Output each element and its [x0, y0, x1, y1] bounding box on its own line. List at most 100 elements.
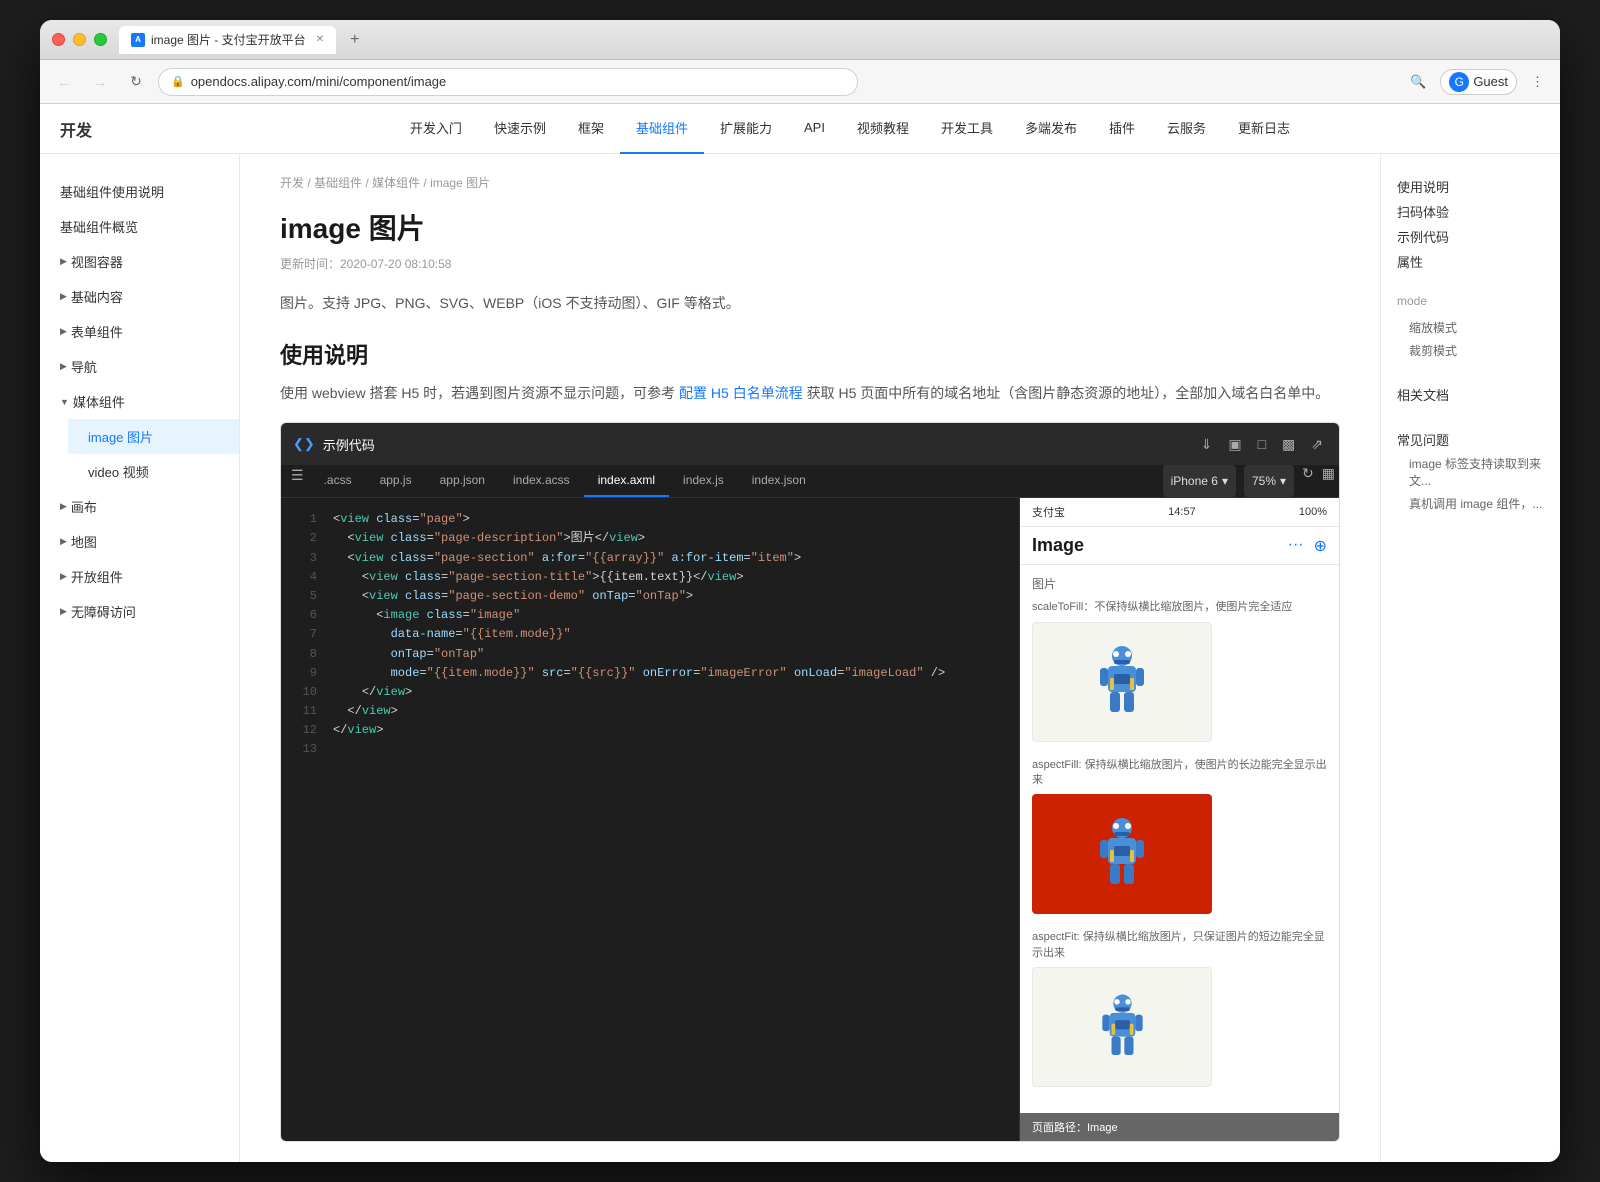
- download-icon[interactable]: ⇓: [1197, 432, 1217, 457]
- grid-layout-button[interactable]: ▦: [1322, 465, 1335, 497]
- file-tab-indexjs[interactable]: index.js: [669, 465, 738, 497]
- phone-home-icon: ⊕: [1314, 536, 1327, 556]
- tab-close-button[interactable]: ✕: [316, 34, 324, 45]
- file-tab-indexjson[interactable]: index.json: [738, 465, 820, 497]
- phone-title-bar: Image ··· ⊕: [1020, 527, 1339, 565]
- refresh-preview-button[interactable]: ↻: [1302, 465, 1314, 497]
- device-selector[interactable]: iPhone 6 ▾: [1163, 465, 1236, 497]
- copy-icon[interactable]: ▣: [1224, 432, 1245, 457]
- phone-time: 14:57: [1168, 506, 1196, 518]
- phone-more-icon: ···: [1288, 536, 1304, 556]
- breadcrumb-link-kaifa[interactable]: 开发: [280, 176, 304, 190]
- code-line-10: 10 </view>: [281, 683, 1019, 702]
- sidebar-section-jichuneirong[interactable]: 基础内容: [40, 279, 239, 314]
- traffic-lights: [52, 33, 107, 46]
- zoom-label: 75%: [1252, 474, 1276, 488]
- hamburger-button[interactable]: ☰: [285, 465, 310, 497]
- right-sidebar-item-faq1[interactable]: image 标签支持读取到来文...: [1397, 452, 1544, 492]
- right-sidebar-item-saoma[interactable]: 扫码体验: [1397, 199, 1544, 224]
- code-main: 1 <view class="page"> 2 <view class="pag…: [281, 498, 1339, 1141]
- nav-item-shipinjiaocheng[interactable]: 视频教程: [841, 104, 925, 154]
- phone-image-block-1: scaleToFill：不保持纵横比缩放图片，使图片完全适应: [1032, 600, 1327, 741]
- user-button[interactable]: G Guest: [1440, 69, 1517, 95]
- nav-item-kaifa[interactable]: 开发入门: [394, 104, 478, 154]
- grid-icon[interactable]: ▩: [1278, 432, 1299, 457]
- maximize-button[interactable]: [94, 33, 107, 46]
- site-logo[interactable]: 开发: [60, 117, 120, 141]
- sidebar-item-video[interactable]: video 视频: [68, 454, 239, 489]
- sidebar-section-wuzhangai[interactable]: 无障碍访问: [40, 594, 239, 629]
- code-line-11: 11 </view>: [281, 702, 1019, 721]
- right-sidebar-item-faq2[interactable]: 真机调用 image 组件，...: [1397, 492, 1544, 515]
- code-line-13: 13: [281, 740, 1019, 759]
- new-tab-button[interactable]: +: [344, 29, 365, 51]
- phone-image-block-2: aspectFill: 保持纵横比缩放图片，使图片的长边能完全显示出来: [1032, 758, 1327, 915]
- tab-bar: A image 图片 - 支付宝开放平台 ✕ +: [119, 26, 1548, 54]
- page-path-bar: 页面路径：Image: [1020, 1113, 1339, 1141]
- nav-item-kuaisu[interactable]: 快速示例: [478, 104, 562, 154]
- right-sidebar-item-shiyong[interactable]: 使用说明: [1397, 174, 1544, 199]
- sidebar-item-image[interactable]: image 图片: [68, 419, 239, 454]
- right-sidebar-section-mode: mode 缩放模式 裁剪模式: [1397, 294, 1544, 362]
- phone-image-block-3: aspectFit: 保持纵横比缩放图片，只保证图片的短边能完全显示出来: [1032, 930, 1327, 1087]
- code-preview-header: ❮❯ 示例代码 ⇓ ▣ □ ▩ ⇗: [281, 423, 1339, 465]
- nav-item-jichuzujian[interactable]: 基础组件: [620, 104, 704, 154]
- refresh-button[interactable]: ↻: [122, 68, 150, 96]
- tab-label: image 图片 - 支付宝开放平台: [151, 31, 306, 48]
- url-text: opendocs.alipay.com/mini/component/image: [191, 74, 447, 89]
- sidebar-section-ditu[interactable]: 地图: [40, 524, 239, 559]
- right-sidebar-item-changjianwenti[interactable]: 常见问题: [1397, 427, 1544, 452]
- file-tab-indexacss[interactable]: index.acss: [499, 465, 584, 497]
- browser-tab[interactable]: A image 图片 - 支付宝开放平台 ✕: [119, 26, 336, 54]
- minimize-button[interactable]: [73, 33, 86, 46]
- search-button[interactable]: 🔍: [1404, 70, 1432, 94]
- breadcrumb-link-jichuzujian[interactable]: 基础组件: [314, 176, 362, 190]
- nav-item-kaifagongju[interactable]: 开发工具: [925, 104, 1009, 154]
- nav-item-genxinrizhi[interactable]: 更新日志: [1222, 104, 1306, 154]
- right-sidebar-item-caijian[interactable]: 裁剪模式: [1397, 339, 1544, 362]
- nav-item-chajian[interactable]: 插件: [1093, 104, 1151, 154]
- sidebar-item-jichuzujian-gailan[interactable]: 基础组件概览: [40, 209, 239, 244]
- right-sidebar-item-shuxing[interactable]: 属性: [1397, 249, 1544, 274]
- breadcrumb-link-meiti[interactable]: 媒体组件: [372, 176, 420, 190]
- file-tab-appjs[interactable]: app.js: [366, 465, 426, 497]
- split-icon[interactable]: □: [1254, 432, 1270, 456]
- sidebar-section-daohang[interactable]: 导航: [40, 349, 239, 384]
- code-line-1: 1 <view class="page">: [281, 510, 1019, 529]
- tab-favicon: A: [131, 33, 145, 47]
- close-button[interactable]: [52, 33, 65, 46]
- sidebar-section-kaifazujian[interactable]: 开放组件: [40, 559, 239, 594]
- sidebar-item-jichuzujian-shuoming[interactable]: 基础组件使用说明: [40, 174, 239, 209]
- file-tab-acss[interactable]: .acss: [310, 465, 366, 497]
- sidebar-section-biandanzujian[interactable]: 表单组件: [40, 314, 239, 349]
- toolbar-right: 🔍 G Guest ⋮: [1404, 69, 1550, 95]
- right-sidebar-item-xiangguanwendang[interactable]: 相关文档: [1397, 382, 1544, 407]
- preview-label: 示例代码: [323, 435, 375, 454]
- sidebar-section-shigetubiao[interactable]: 视图容器: [40, 244, 239, 279]
- share-icon[interactable]: ⇗: [1307, 432, 1327, 457]
- sidebar-sub-media: image 图片 video 视频: [40, 419, 239, 489]
- file-tab-indexaxml[interactable]: index.axml: [584, 465, 669, 497]
- page-description: 图片。支持 JPG、PNG、SVG、WEBP（iOS 不支持动图）、GIF 等格…: [280, 292, 1340, 314]
- nav-item-api[interactable]: API: [788, 104, 841, 154]
- link-h5-whitelist[interactable]: 配置 H5 白名单流程: [679, 385, 803, 401]
- file-tab-appjson[interactable]: app.json: [426, 465, 499, 497]
- forward-button[interactable]: →: [86, 68, 114, 96]
- nav-item-kuozhan[interactable]: 扩展能力: [704, 104, 788, 154]
- nav-item-duoduan[interactable]: 多端发布: [1009, 104, 1093, 154]
- left-sidebar: 基础组件使用说明 基础组件概览 视图容器 基础内容 表单组件 导航 媒体组件 i…: [40, 154, 240, 1162]
- address-input[interactable]: 🔒 opendocs.alipay.com/mini/component/ima…: [158, 68, 858, 96]
- right-sidebar-item-suofang[interactable]: 缩放模式: [1397, 316, 1544, 339]
- user-avatar: G: [1449, 72, 1469, 92]
- sidebar-section-huabu[interactable]: 画布: [40, 489, 239, 524]
- nav-item-yunfuwu[interactable]: 云服务: [1151, 104, 1222, 154]
- menu-button[interactable]: ⋮: [1525, 70, 1550, 94]
- code-editor[interactable]: 1 <view class="page"> 2 <view class="pag…: [281, 498, 1019, 1141]
- zoom-selector[interactable]: 75% ▾: [1244, 465, 1294, 497]
- code-line-6: 6 <image class="image": [281, 606, 1019, 625]
- nav-item-kuangjia[interactable]: 框架: [562, 104, 620, 154]
- nav-menu: 开发入门 快速示例 框架 基础组件 扩展能力 API 视频教程 开发工具 多端发…: [160, 104, 1540, 154]
- back-button[interactable]: ←: [50, 68, 78, 96]
- sidebar-section-meiti[interactable]: 媒体组件: [40, 384, 239, 419]
- right-sidebar-item-shili[interactable]: 示例代码: [1397, 224, 1544, 249]
